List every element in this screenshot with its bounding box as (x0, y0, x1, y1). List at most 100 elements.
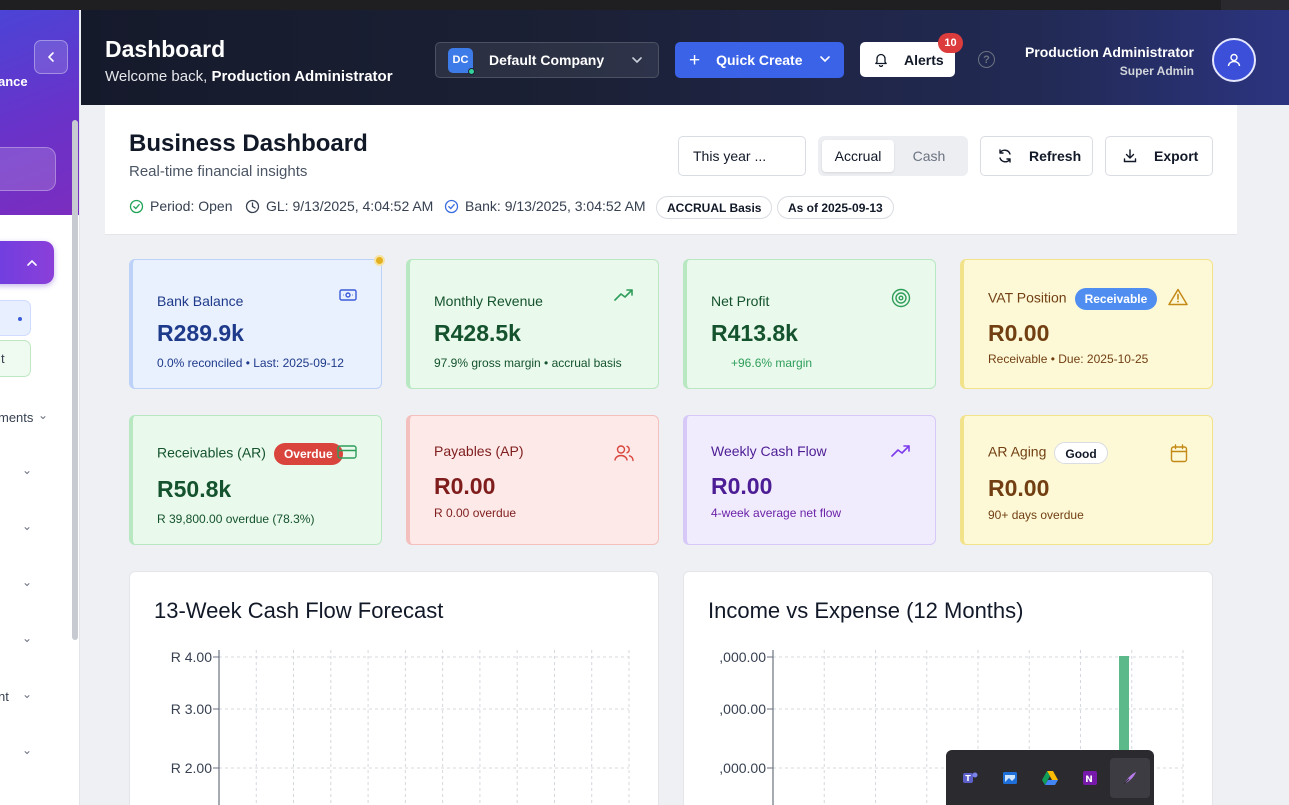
sidebar-item[interactable]: ⌄ (0, 461, 79, 485)
period-select[interactable]: This year ... (678, 136, 806, 176)
user-name: Production Administrator (1024, 44, 1194, 60)
card-note: R 39,800.00 overdue (78.3%) (157, 512, 315, 526)
teams-icon[interactable]: T (950, 758, 990, 798)
sidebar-item-active[interactable] (0, 241, 54, 284)
vat-position-card[interactable]: VAT Position Receivable R0.00 Receivable … (960, 259, 1213, 389)
sidebar-search-input[interactable] (0, 147, 56, 191)
card-title: Bank Balance (157, 293, 244, 309)
page-subtitle: Real-time financial insights (129, 163, 308, 180)
weekly-cash-flow-card[interactable]: Weekly Cash Flow R0.00 4-week average ne… (683, 415, 936, 545)
check-circle-icon (129, 199, 144, 214)
photos-icon[interactable] (990, 758, 1030, 798)
sidebar-item[interactable]: ⌄ (0, 573, 79, 597)
card-title: Receivables (AR) (157, 444, 266, 461)
sidebar: ance t ments ⌄ ⌄ ⌄ ⌄ ⌄ nt ⌄ ⌄ (0, 10, 80, 805)
top-header: Dashboard Welcome back, Production Admin… (81, 10, 1289, 105)
export-button[interactable]: Export (1105, 136, 1213, 176)
cash-flow-chart-svg: R 4.00 R 3.00 R 2.00 (171, 649, 630, 805)
card-value: R50.8k (157, 476, 232, 502)
online-indicator (468, 67, 475, 75)
period-status-text: Period: Open (150, 198, 233, 214)
ar-aging-card[interactable]: AR Aging Good R0.00 90+ days overdue (960, 415, 1213, 545)
accrual-toggle-button[interactable]: Accrual (822, 140, 894, 172)
target-icon (891, 288, 911, 308)
export-label: Export (1154, 148, 1199, 164)
download-icon (1122, 148, 1138, 164)
chevron-down-icon: ⌄ (22, 519, 33, 533)
google-drive-icon[interactable] (1030, 758, 1070, 798)
onenote-icon[interactable]: N (1070, 758, 1110, 798)
sidebar-subitem-active[interactable] (0, 300, 31, 336)
sidebar-item[interactable]: ⌄ (0, 517, 79, 541)
notification-dot (374, 255, 385, 266)
payables-card[interactable]: Payables (AP) R0.00 R 0.00 overdue (406, 415, 659, 545)
chevron-down-icon: ⌄ (22, 463, 33, 477)
pen-app-icon[interactable] (1110, 757, 1150, 798)
card-value: R0.00 (434, 473, 496, 499)
receivable-badge: Receivable (1074, 288, 1158, 310)
receivables-card[interactable]: Receivables (AR) Overdue R50.8k R 39,800.… (129, 415, 382, 545)
card-title-row: Receivables (AR) Overdue (157, 443, 343, 465)
card-title-row: AR Aging Good (988, 442, 1108, 464)
bank-balance-card[interactable]: Bank Balance R289.9k 0.0% reconciled • L… (129, 259, 382, 389)
period-status: Period: Open (129, 198, 233, 214)
chevron-down-icon: ⌄ (22, 631, 33, 645)
good-badge: Good (1054, 442, 1108, 464)
sidebar-subitem-label: t (1, 351, 5, 366)
y-tick-label: ,000.00 (719, 649, 766, 665)
sidebar-item-label: ments (0, 410, 34, 425)
company-selector[interactable]: DC Default Company (435, 42, 659, 78)
help-icon[interactable]: ? (978, 51, 995, 68)
check-circle-icon (444, 199, 459, 214)
alerts-count-badge: 10 (938, 33, 963, 53)
dashboard-header-panel: Business Dashboard Real-time financial i… (105, 105, 1237, 235)
user-avatar[interactable] (1212, 38, 1256, 82)
monthly-revenue-card[interactable]: Monthly Revenue R428.5k 97.9% gross marg… (406, 259, 659, 389)
refresh-icon (997, 148, 1013, 164)
sidebar-item-documents[interactable]: ments ⌄ (0, 406, 79, 430)
chevron-down-icon: ⌄ (22, 743, 33, 757)
chevron-down-icon: ⌄ (22, 687, 33, 701)
window-controls[interactable] (1221, 0, 1289, 10)
card-value: R0.00 (988, 475, 1050, 501)
cash-flow-forecast-chart: 13-Week Cash Flow Forecast R 4.00 R 3.00 R… (129, 571, 659, 805)
sidebar-item-management[interactable]: nt ⌄ (0, 685, 79, 709)
card-note: +96.6% margin (731, 356, 813, 370)
card-note: 0.0% reconciled • Last: 2025-09-12 (157, 356, 344, 370)
card-value: R0.00 (711, 473, 773, 499)
chevron-down-icon[interactable] (818, 52, 832, 66)
sidebar-brand-text: ance (0, 74, 28, 89)
trending-up-icon (614, 289, 633, 301)
y-tick-label: R 4.00 (171, 649, 212, 665)
svg-text:N: N (1085, 775, 1093, 785)
sidebar-item[interactable]: ⌄ (0, 741, 79, 765)
quick-create-button[interactable]: + Quick Create (675, 42, 844, 78)
card-note: 97.9% gross margin • accrual basis (434, 356, 622, 370)
users-icon (614, 445, 634, 462)
welcome-user-name: Production Administrator (211, 68, 393, 85)
card-note: Receivable • Due: 2025-10-25 (988, 352, 1149, 366)
bank-timestamp: Bank: 9/13/2025, 3:04:52 AM (444, 198, 646, 214)
user-role: Super Admin (1119, 64, 1194, 78)
alerts-button[interactable]: Alerts 10 (860, 33, 963, 77)
net-profit-card[interactable]: Net Profit R413.8k +96.6% margin (683, 259, 936, 389)
bell-icon (874, 52, 888, 67)
company-avatar: DC (448, 47, 475, 75)
card-value: R413.8k (711, 320, 798, 346)
sidebar-subitem[interactable]: t (0, 340, 31, 377)
sidebar-collapse-button[interactable] (34, 40, 68, 74)
company-initials: DC (452, 54, 469, 66)
cash-toggle-button[interactable]: Cash (894, 140, 964, 172)
card-title: AR Aging (988, 443, 1047, 460)
welcome-message: Welcome back, Production Administrator (105, 68, 393, 85)
chevron-left-icon (48, 52, 54, 62)
gl-timestamp: GL: 9/13/2025, 4:04:52 AM (245, 198, 433, 214)
card-value: R428.5k (434, 320, 521, 346)
sidebar-item[interactable]: ⌄ (0, 629, 79, 653)
refresh-button[interactable]: Refresh (980, 136, 1093, 176)
sidebar-scrollbar[interactable] (72, 120, 78, 640)
welcome-prefix: Welcome back, (105, 68, 208, 85)
chevron-down-icon: ⌄ (22, 575, 33, 589)
card-note: 4-week average net flow (711, 506, 842, 520)
chevron-down-icon (632, 57, 642, 64)
